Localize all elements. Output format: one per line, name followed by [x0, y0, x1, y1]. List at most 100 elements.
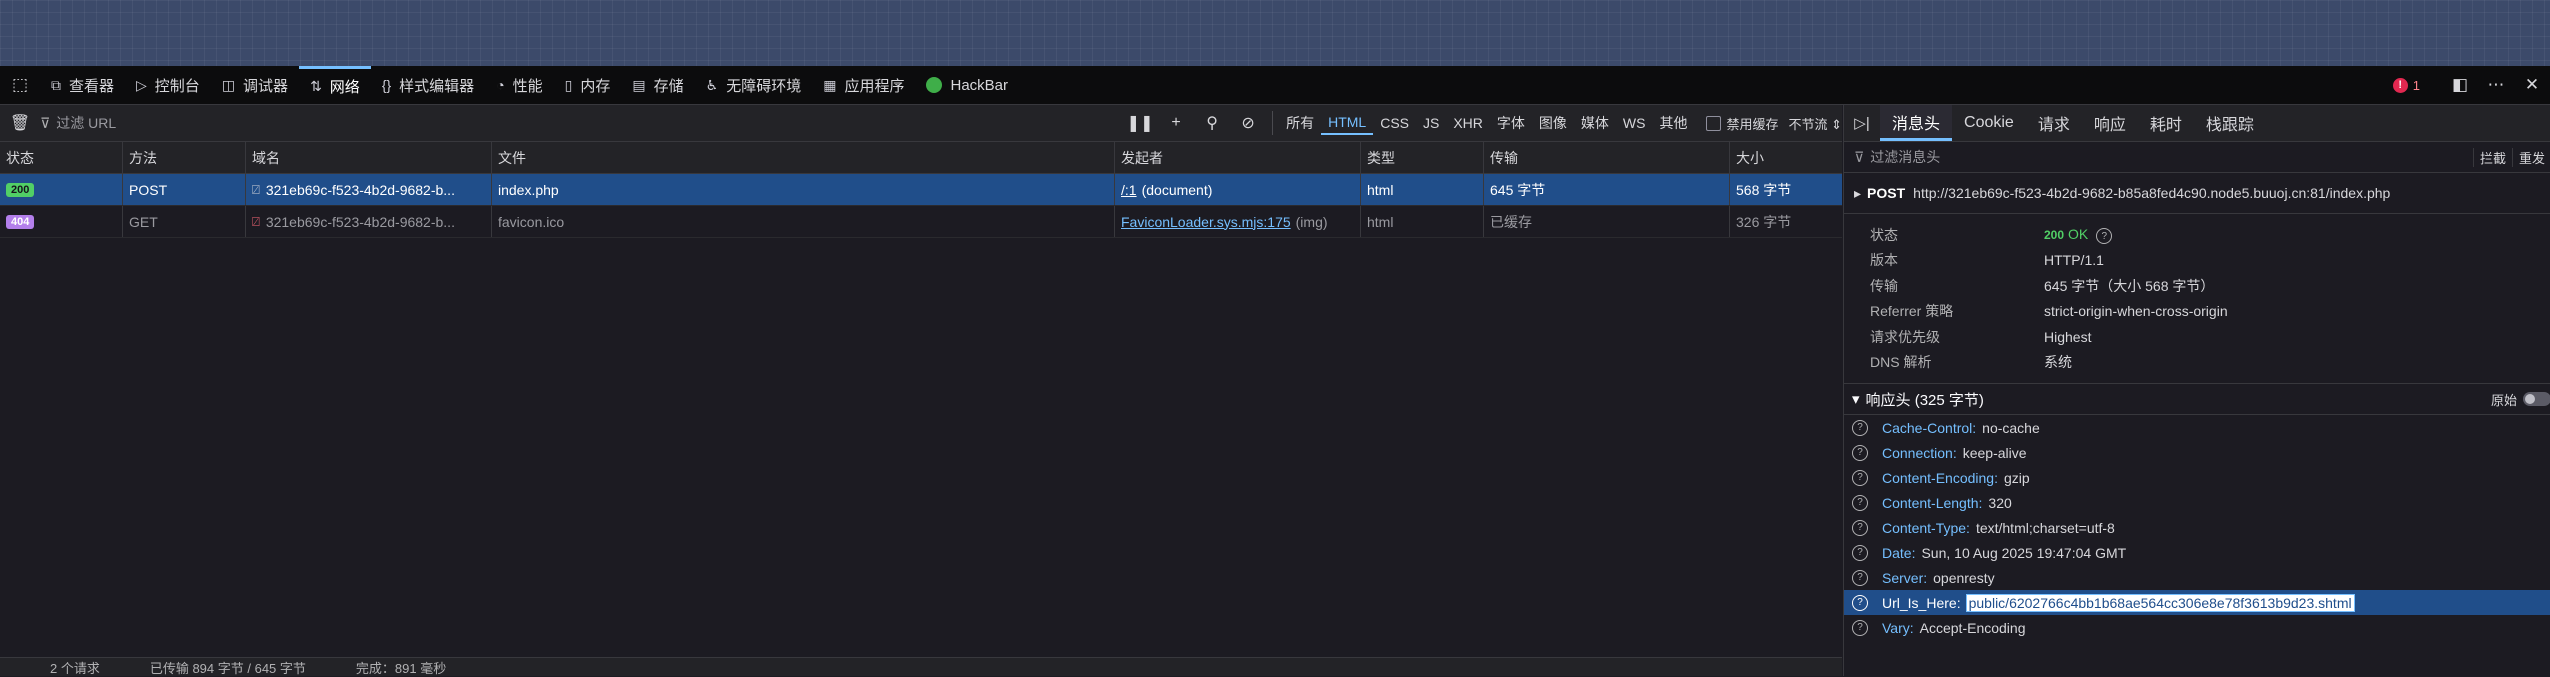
summary-value: Highest	[2044, 328, 2092, 345]
help-icon[interactable]: ?	[1852, 419, 1868, 436]
domain-text: 321eb69c-f523-4b2d-9682-b...	[265, 181, 455, 198]
memory-icon: ▯	[564, 76, 573, 93]
tab-response[interactable]: 响应	[2082, 105, 2138, 141]
accessibility-icon: ♿	[705, 76, 719, 93]
tab-application[interactable]: ▦ 应用程序	[812, 66, 915, 104]
tab-hackbar[interactable]: HackBar	[915, 66, 1019, 104]
domain-text: 321eb69c-f523-4b2d-9682-b...	[265, 213, 455, 230]
block-icon[interactable]: ⊘	[1230, 113, 1266, 133]
request-url-line[interactable]: ▸ POST http://321eb69c-f523-4b2d-9682-b8…	[1844, 173, 2550, 214]
pause-icon[interactable]: ❚❚	[1122, 113, 1158, 133]
header-row[interactable]: ? Url_Is_Here: public/6202766c4bb1b68ae564…	[1844, 590, 2550, 615]
tab-timings[interactable]: 耗时	[2138, 105, 2194, 141]
tab-request[interactable]: 请求	[2026, 105, 2082, 141]
summary-referrer: Referrer 策略 strict-origin-when-cross-ori…	[1844, 299, 2550, 325]
type-filter-fonts[interactable]: 字体	[1490, 110, 1532, 136]
resend-button[interactable]: 重发	[2511, 147, 2550, 167]
initiator-link[interactable]: /:1	[1121, 182, 1137, 198]
block-button[interactable]: 拦截	[2472, 147, 2512, 167]
header-row[interactable]: ? Content-Length: 320	[1844, 490, 2550, 515]
help-icon[interactable]: ?	[1852, 569, 1868, 586]
close-icon[interactable]: ✕	[2514, 75, 2550, 95]
column-header-domain[interactable]: 域名	[246, 142, 492, 173]
type-filter-js[interactable]: JS	[1416, 112, 1446, 134]
url-filter-input[interactable]: ⊽ 过滤 URL	[40, 105, 1122, 141]
column-header-status[interactable]: 状态	[0, 142, 123, 173]
type-filter-html[interactable]: HTML	[1321, 111, 1374, 135]
tab-stack-trace[interactable]: 栈跟踪	[2194, 105, 2266, 141]
tab-console[interactable]: ▷ 控制台	[125, 66, 211, 104]
tab-cookies[interactable]: Cookie	[1952, 105, 2026, 141]
tab-performance[interactable]: ◔ 性能	[485, 66, 553, 104]
tab-debugger[interactable]: ◫ 调试器	[211, 66, 299, 104]
help-icon[interactable]: ?	[1852, 444, 1868, 461]
summary-label: 请求优先级	[1870, 328, 1940, 345]
type-filter-ws[interactable]: WS	[1616, 112, 1653, 134]
header-row[interactable]: ? Vary: Accept-Encoding	[1844, 615, 2550, 640]
add-icon[interactable]: +	[1158, 114, 1194, 132]
summary-version: 版本 HTTP/1.1	[1844, 248, 2550, 274]
table-row[interactable]: 404 GET ⍁ 321eb69c-f523-4b2d-9682-b... fa…	[0, 206, 1842, 238]
headers-filter-input[interactable]: ⊽ 过滤消息头 拦截 重发	[1844, 142, 2550, 173]
help-icon[interactable]: ?	[1852, 519, 1868, 536]
column-header-initiator[interactable]: 发起者	[1115, 142, 1361, 173]
element-picker-icon[interactable]: ⬚	[0, 75, 40, 95]
header-row[interactable]: ? Server: openresty	[1844, 565, 2550, 590]
column-header-type[interactable]: 类型	[1361, 142, 1484, 173]
toggle-sidebar-icon[interactable]: ▷|	[1844, 114, 1880, 132]
tab-accessibility[interactable]: ♿ 无障碍环境	[695, 66, 813, 104]
tab-storage[interactable]: ▤ 存储	[621, 66, 694, 104]
throttle-select[interactable]: 不节流 ⇕	[1788, 114, 1842, 133]
type-filter-media[interactable]: 媒体	[1574, 110, 1616, 136]
column-header-size[interactable]: 大小	[1730, 142, 1842, 173]
column-header-file[interactable]: 文件	[492, 142, 1115, 173]
help-icon[interactable]: ?	[1852, 494, 1868, 511]
header-name: Date:	[1882, 544, 1916, 561]
initiator-note: (img)	[1295, 213, 1328, 230]
header-row[interactable]: ? Date: Sun, 10 Aug 2025 19:47:04 GMT	[1844, 540, 2550, 565]
tab-label: 性能	[512, 77, 543, 95]
header-value-editing[interactable]: public/6202766c4bb1b68ae564cc306e8e78f36…	[1965, 593, 2355, 612]
insecure-lock-icon: ⍁	[252, 213, 260, 229]
toggle-switch[interactable]	[2523, 392, 2550, 406]
disable-cache-checkbox[interactable]: 禁用缓存	[1706, 114, 1778, 133]
tab-network[interactable]: ⇅ 网络	[299, 66, 371, 104]
clear-trash-icon[interactable]: 🗑	[0, 113, 40, 133]
table-row[interactable]: 200 POST ⍁ 321eb69c-f523-4b2d-9682-b... i…	[0, 174, 1842, 206]
column-header-transferred[interactable]: 传输	[1484, 142, 1730, 173]
error-count-badge[interactable]: ! 1	[2392, 77, 2420, 93]
header-value: no-cache	[1982, 419, 2040, 436]
help-icon[interactable]: ?	[1852, 594, 1868, 611]
type-filter-other[interactable]: 其他	[1652, 110, 1694, 136]
type-filter-all[interactable]: 所有	[1279, 110, 1321, 136]
toolbar-right: ! 1 ◧ ⋯ ✕	[2392, 66, 2550, 104]
tab-label: 调试器	[243, 77, 289, 95]
help-icon[interactable]: ?	[2096, 228, 2113, 244]
tab-inspector[interactable]: ⧉ 查看器	[40, 66, 125, 104]
type-filter-images[interactable]: 图像	[1532, 110, 1574, 136]
column-header-method[interactable]: 方法	[123, 142, 246, 173]
tab-style-editor[interactable]: {} 样式编辑器	[371, 66, 485, 104]
help-icon[interactable]: ?	[1852, 469, 1868, 486]
initiator-link[interactable]: FaviconLoader.sys.mjs:175	[1121, 214, 1291, 230]
search-icon[interactable]: ⚲	[1194, 113, 1230, 133]
dock-icon[interactable]: ◧	[2442, 75, 2478, 95]
raw-toggle[interactable]: 原始	[2491, 390, 2550, 409]
header-row[interactable]: ? Cache-Control: no-cache	[1844, 415, 2550, 440]
header-value: gzip	[2003, 469, 2030, 486]
tab-memory[interactable]: ▯ 内存	[554, 66, 622, 104]
help-icon[interactable]: ?	[1852, 544, 1868, 561]
tab-headers[interactable]: 消息头	[1880, 105, 1953, 141]
console-icon: ▷	[136, 76, 147, 93]
summary-label: 状态	[1870, 226, 1898, 243]
header-row[interactable]: ? Connection: keep-alive	[1844, 440, 2550, 465]
transferred-summary: 已传输 894 字节 / 645 字节	[149, 660, 306, 676]
header-row[interactable]: ? Content-Type: text/html;charset=utf-8	[1844, 515, 2550, 540]
response-headers-section[interactable]: ▾ 响应头 (325 字节) 原始	[1844, 383, 2550, 415]
type-filter-css[interactable]: CSS	[1373, 112, 1416, 134]
header-row[interactable]: ? Content-Encoding: gzip	[1844, 465, 2550, 490]
expand-arrow-icon: ▸	[1854, 184, 1862, 201]
help-icon[interactable]: ?	[1852, 619, 1868, 636]
more-options-icon[interactable]: ⋯	[2478, 75, 2514, 95]
type-filter-xhr[interactable]: XHR	[1446, 112, 1490, 134]
